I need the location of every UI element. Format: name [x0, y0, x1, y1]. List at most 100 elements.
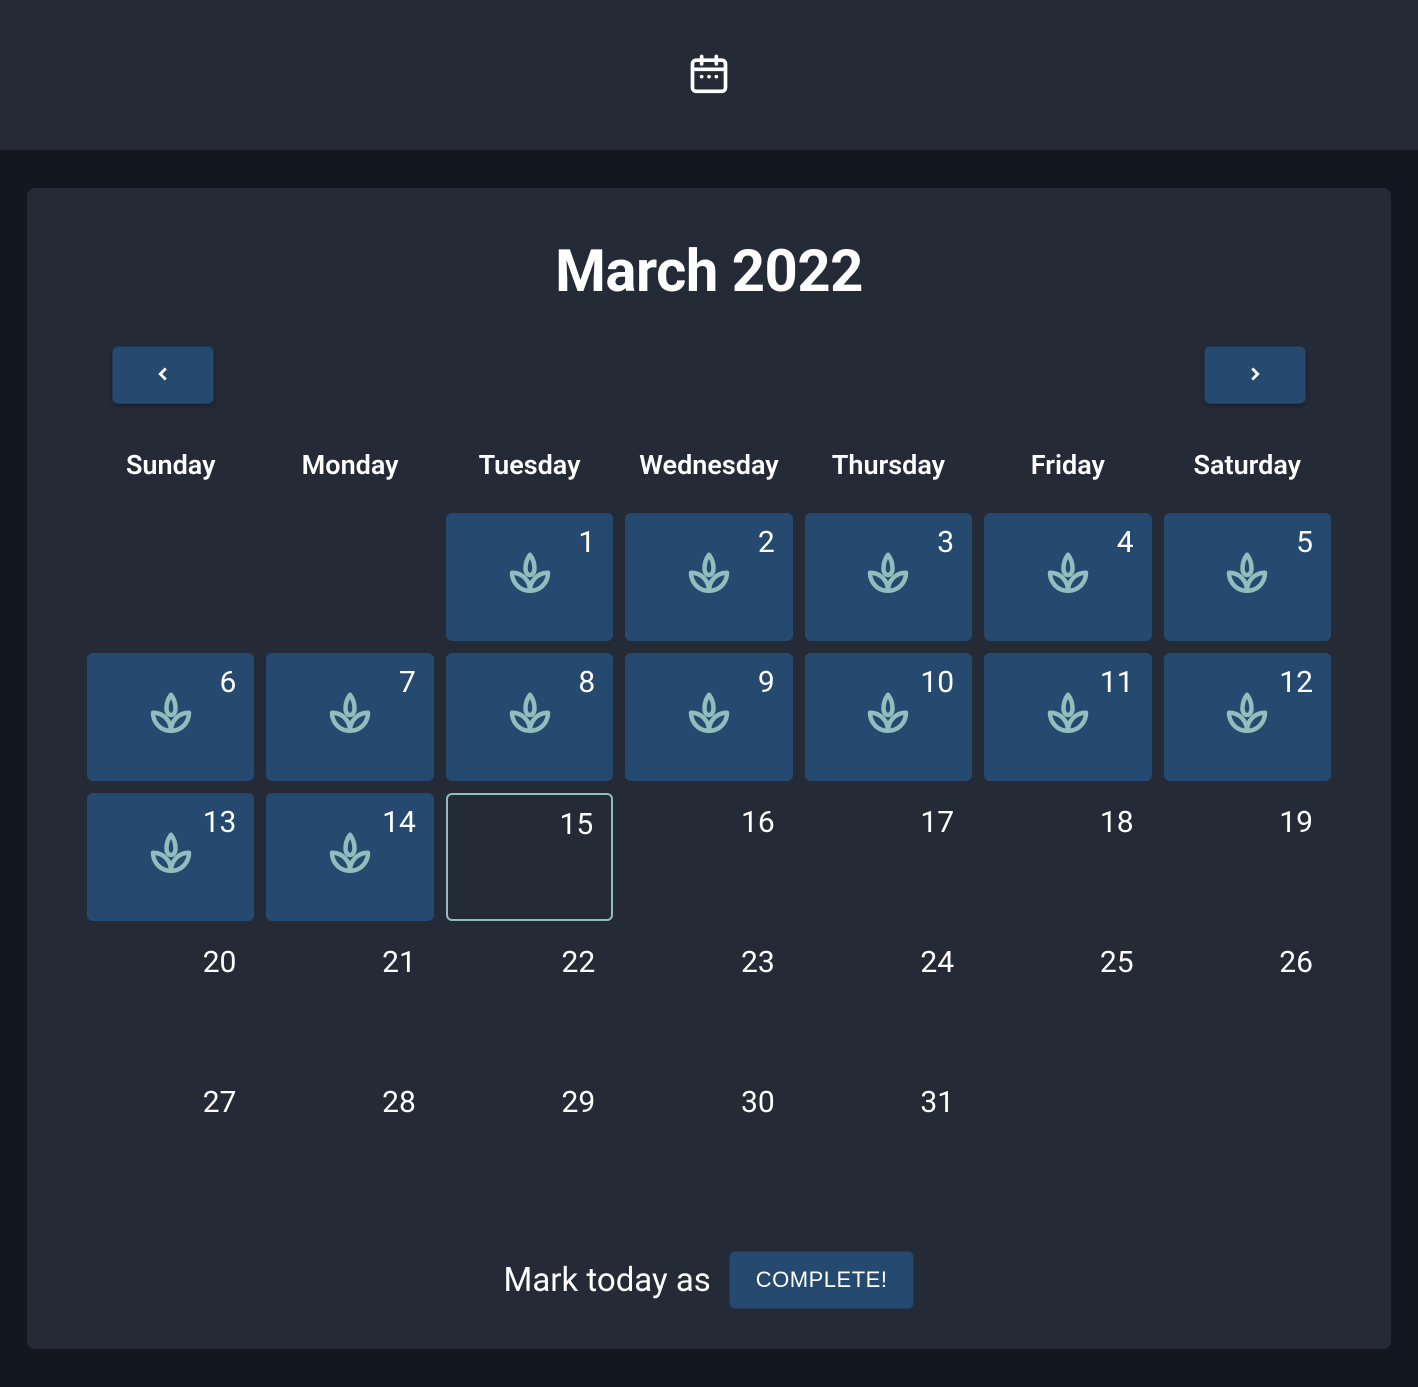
day-cell[interactable]: 23 [625, 933, 792, 1061]
day-number: 13 [203, 805, 237, 840]
day-number: 22 [562, 945, 596, 980]
day-number: 28 [382, 1085, 416, 1120]
prev-month-button[interactable] [112, 346, 214, 404]
day-number: 27 [203, 1085, 237, 1120]
day-cell[interactable]: 20 [87, 933, 254, 1061]
day-number: 1 [578, 525, 595, 560]
day-header: Wednesday [625, 449, 792, 501]
day-cell[interactable]: 21 [266, 933, 433, 1061]
day-header: Friday [984, 449, 1151, 501]
day-number: 10 [920, 665, 954, 700]
day-cell[interactable]: 27 [87, 1073, 254, 1201]
day-cell-empty [266, 513, 433, 641]
spa-icon [503, 548, 557, 606]
spa-icon [1041, 548, 1095, 606]
day-cell[interactable]: 15 [446, 793, 613, 921]
day-number: 3 [937, 525, 954, 560]
day-number: 8 [578, 665, 595, 700]
day-cell[interactable]: 16 [625, 793, 792, 921]
day-number: 30 [741, 1085, 775, 1120]
day-cell[interactable]: 17 [805, 793, 972, 921]
calendar-card: March 2022 SundayMondayTuesdayWednesdayT… [27, 188, 1391, 1349]
day-number: 14 [382, 805, 416, 840]
day-header: Thursday [805, 449, 972, 501]
day-cell[interactable]: 13 [87, 793, 254, 921]
day-cell[interactable]: 6 [87, 653, 254, 781]
day-cell[interactable]: 4 [984, 513, 1151, 641]
day-cell[interactable]: 5 [1164, 513, 1331, 641]
day-cell[interactable]: 9 [625, 653, 792, 781]
main-content: March 2022 SundayMondayTuesdayWednesdayT… [0, 150, 1418, 1387]
day-number: 25 [1100, 945, 1134, 980]
spa-icon [1220, 688, 1274, 746]
day-cell[interactable]: 28 [266, 1073, 433, 1201]
spa-icon [323, 828, 377, 886]
day-number: 12 [1279, 665, 1313, 700]
day-number: 6 [220, 665, 237, 700]
top-bar [0, 0, 1418, 150]
day-number: 31 [920, 1085, 954, 1120]
day-header: Tuesday [446, 449, 613, 501]
day-cell[interactable]: 14 [266, 793, 433, 921]
day-cell-empty [1164, 1073, 1331, 1201]
month-nav [87, 346, 1331, 404]
footer-row: Mark today as COMPLETE! [87, 1251, 1331, 1309]
day-number: 5 [1296, 525, 1313, 560]
day-header: Saturday [1164, 449, 1331, 501]
day-cell[interactable]: 30 [625, 1073, 792, 1201]
spa-icon [144, 688, 198, 746]
day-header: Sunday [87, 449, 254, 501]
mark-today-label: Mark today as [504, 1261, 711, 1300]
day-number: 4 [1117, 525, 1134, 560]
day-number: 21 [382, 945, 416, 980]
day-cell[interactable]: 24 [805, 933, 972, 1061]
day-number: 15 [560, 807, 594, 842]
day-number: 29 [562, 1085, 596, 1120]
day-cell[interactable]: 10 [805, 653, 972, 781]
spa-icon [503, 688, 557, 746]
day-cell[interactable]: 1 [446, 513, 613, 641]
month-title: March 2022 [87, 238, 1331, 306]
day-cell[interactable]: 22 [446, 933, 613, 1061]
day-cell[interactable]: 31 [805, 1073, 972, 1201]
day-number: 18 [1100, 805, 1134, 840]
day-cell[interactable]: 8 [446, 653, 613, 781]
day-number: 20 [203, 945, 237, 980]
day-cell[interactable]: 7 [266, 653, 433, 781]
calendar-grid: SundayMondayTuesdayWednesdayThursdayFrid… [87, 449, 1331, 1201]
day-number: 9 [758, 665, 775, 700]
spa-icon [682, 548, 736, 606]
spa-icon [144, 828, 198, 886]
chevron-left-icon [152, 363, 174, 388]
day-cell-empty [87, 513, 254, 641]
chevron-right-icon [1244, 363, 1266, 388]
day-number: 7 [399, 665, 416, 700]
day-header: Monday [266, 449, 433, 501]
spa-icon [1041, 688, 1095, 746]
day-cell[interactable]: 12 [1164, 653, 1331, 781]
day-number: 16 [741, 805, 775, 840]
day-cell[interactable]: 19 [1164, 793, 1331, 921]
day-cell-empty [984, 1073, 1151, 1201]
day-cell[interactable]: 11 [984, 653, 1151, 781]
spa-icon [323, 688, 377, 746]
day-cell[interactable]: 18 [984, 793, 1151, 921]
day-cell[interactable]: 2 [625, 513, 792, 641]
day-cell[interactable]: 3 [805, 513, 972, 641]
day-number: 23 [741, 945, 775, 980]
calendar-icon [687, 51, 731, 99]
day-cell[interactable]: 25 [984, 933, 1151, 1061]
day-number: 11 [1100, 665, 1134, 700]
day-number: 19 [1279, 805, 1313, 840]
day-number: 24 [920, 945, 954, 980]
spa-icon [861, 688, 915, 746]
next-month-button[interactable] [1204, 346, 1306, 404]
spa-icon [682, 688, 736, 746]
day-number: 17 [920, 805, 954, 840]
spa-icon [1220, 548, 1274, 606]
day-cell[interactable]: 29 [446, 1073, 613, 1201]
day-number: 2 [758, 525, 775, 560]
complete-button[interactable]: COMPLETE! [729, 1251, 915, 1309]
day-number: 26 [1279, 945, 1313, 980]
day-cell[interactable]: 26 [1164, 933, 1331, 1061]
